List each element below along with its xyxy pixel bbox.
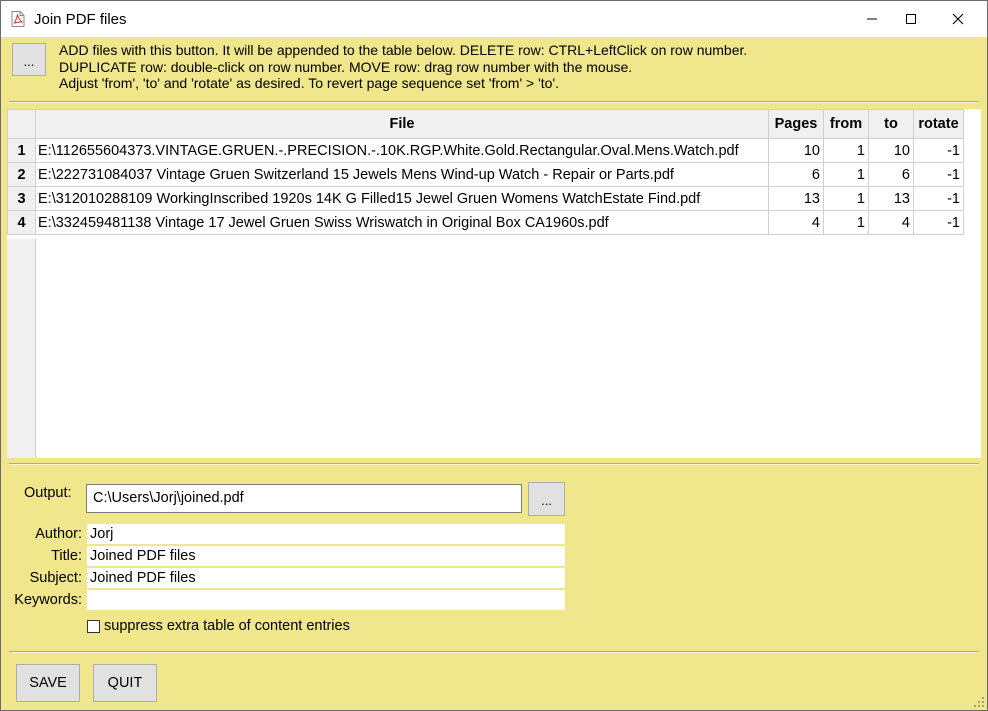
title-field[interactable]: Joined PDF files [86, 545, 566, 567]
column-header-pages[interactable]: Pages [768, 109, 824, 139]
corner-header [7, 109, 36, 139]
title-bar: Join PDF files [1, 1, 987, 37]
save-button[interactable]: SAVE [16, 664, 80, 702]
to-cell[interactable]: 6 [868, 162, 914, 187]
row-number[interactable]: 1 [7, 138, 36, 163]
subject-label: Subject: [29, 570, 82, 586]
author-label: Author: [35, 526, 82, 542]
rotate-cell[interactable]: -1 [913, 162, 964, 187]
resize-grip-icon[interactable] [973, 696, 985, 708]
table-row: 4 E:\332459481138 Vintage 17 Jewel Gruen… [7, 210, 964, 235]
column-header-from[interactable]: from [823, 109, 869, 139]
from-cell[interactable]: 1 [823, 210, 869, 235]
pages-cell: 6 [768, 162, 824, 187]
row-number[interactable]: 4 [7, 210, 36, 235]
files-table-area[interactable]: File Pages from to rotate 1 E:\112655604… [7, 109, 981, 458]
instruction-line: DUPLICATE row: double-click on row numbe… [59, 58, 633, 75]
close-icon [952, 13, 964, 25]
pages-cell: 13 [768, 186, 824, 211]
separator [9, 651, 979, 653]
row-number[interactable]: 2 [7, 162, 36, 187]
title-label: Title: [51, 548, 82, 564]
output-label: Output: [24, 485, 72, 501]
to-cell[interactable]: 13 [868, 186, 914, 211]
pages-cell: 4 [768, 210, 824, 235]
instruction-line: Adjust 'from', 'to' and 'rotate' as desi… [59, 75, 560, 91]
column-header-file[interactable]: File [35, 109, 769, 139]
instruction-line: ADD files with this button. It will be a… [59, 42, 748, 58]
table-header-row: File Pages from to rotate [7, 109, 964, 139]
author-field[interactable]: Jorj [86, 523, 566, 545]
files-table: File Pages from to rotate 1 E:\112655604… [7, 109, 964, 235]
rotate-cell[interactable]: -1 [913, 138, 964, 163]
from-cell[interactable]: 1 [823, 138, 869, 163]
output-path-input[interactable]: C:\Users\Jorj\joined.pdf [86, 484, 522, 513]
from-cell[interactable]: 1 [823, 162, 869, 187]
table-row: 3 E:\312010288109 WorkingInscribed 1920s… [7, 186, 964, 211]
table-row: 1 E:\112655604373.VINTAGE.GRUEN.-.PRECIS… [7, 138, 964, 163]
instructions: ADD files with this button. It will be a… [59, 42, 747, 92]
row-number[interactable]: 3 [7, 186, 36, 211]
separator [9, 463, 979, 465]
window-title: Join PDF files [34, 11, 127, 28]
file-cell[interactable]: E:\112655604373.VINTAGE.GRUEN.-.PRECISIO… [35, 138, 769, 163]
suppress-toc-label[interactable]: suppress extra table of content entries [104, 618, 350, 634]
maximize-button[interactable] [888, 1, 934, 37]
add-files-button[interactable]: ... [12, 43, 46, 76]
subject-field[interactable]: Joined PDF files [86, 567, 566, 589]
browse-output-button[interactable]: ... [528, 482, 565, 516]
separator [9, 101, 979, 103]
table-row: 2 E:\222731084037 Vintage Gruen Switzerl… [7, 162, 964, 187]
to-cell[interactable]: 10 [868, 138, 914, 163]
file-cell[interactable]: E:\332459481138 Vintage 17 Jewel Gruen S… [35, 210, 769, 235]
maximize-icon [906, 14, 916, 24]
row-header-column [7, 239, 36, 458]
rotate-cell[interactable]: -1 [913, 186, 964, 211]
file-cell[interactable]: E:\312010288109 WorkingInscribed 1920s 1… [35, 186, 769, 211]
keywords-field[interactable] [86, 589, 566, 611]
close-button[interactable] [935, 1, 981, 37]
from-cell[interactable]: 1 [823, 186, 869, 211]
column-header-to[interactable]: to [868, 109, 914, 139]
suppress-toc-checkbox[interactable] [87, 620, 100, 633]
pages-cell: 10 [768, 138, 824, 163]
minimize-icon [867, 18, 877, 20]
quit-button[interactable]: QUIT [93, 664, 157, 702]
rotate-cell[interactable]: -1 [913, 210, 964, 235]
column-header-rotate[interactable]: rotate [913, 109, 964, 139]
keywords-label: Keywords: [14, 592, 82, 608]
join-pdf-window: Join PDF files ... ADD files with this b… [0, 0, 988, 711]
to-cell[interactable]: 4 [868, 210, 914, 235]
pdf-file-icon [11, 11, 25, 27]
file-cell[interactable]: E:\222731084037 Vintage Gruen Switzerlan… [35, 162, 769, 187]
